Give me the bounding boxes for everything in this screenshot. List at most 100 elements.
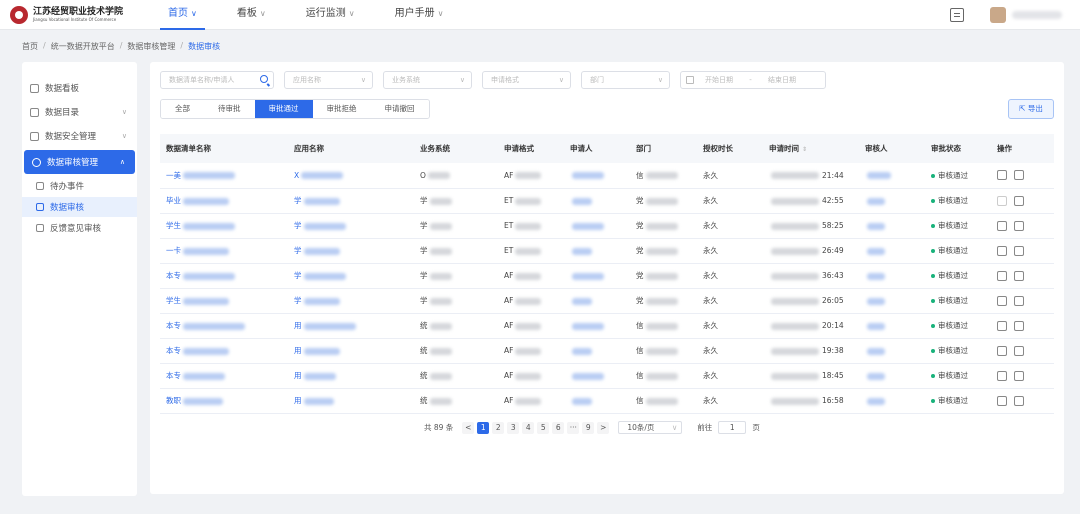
page-ellipsis[interactable]: ··· — [567, 421, 580, 434]
page-2[interactable]: 2 — [492, 421, 505, 434]
clipboard-icon[interactable] — [950, 8, 964, 22]
cell-name[interactable]: 教职 — [160, 388, 288, 414]
tab-withdrawn[interactable]: 申请撤回 — [370, 100, 429, 118]
col-time[interactable]: 申请时间 ⇕ — [763, 134, 859, 163]
dataset-name-link[interactable]: 教职 — [166, 396, 181, 405]
view-icon[interactable] — [997, 245, 1007, 256]
tab-pending[interactable]: 待审批 — [204, 100, 255, 118]
dataset-name-link[interactable]: 学生 — [166, 296, 181, 305]
cell-name[interactable]: 一卡 — [160, 238, 288, 264]
detail-icon[interactable] — [1014, 220, 1024, 231]
chevron-down-icon: ∨ — [437, 9, 444, 18]
dataset-name-link[interactable]: 本专 — [166, 371, 181, 380]
app-name-link[interactable]: 用 — [294, 371, 302, 380]
table-row: 毕业 学 学 ET 党 永久 42:55 审核通过 — [160, 188, 1054, 214]
app-name-link[interactable]: 用 — [294, 396, 302, 405]
next-page-button[interactable]: > — [597, 421, 610, 434]
cell-name[interactable]: 学生 — [160, 288, 288, 314]
nav-home[interactable]: 首页 ∨ — [160, 0, 205, 30]
view-icon[interactable] — [997, 395, 1007, 406]
app-name-link[interactable]: 用 — [294, 346, 302, 355]
cell-reviewer — [859, 163, 925, 189]
page-3[interactable]: 3 — [507, 421, 520, 434]
search-icon[interactable] — [260, 75, 268, 83]
view-icon[interactable] — [997, 195, 1007, 206]
app-name-link[interactable]: 学 — [294, 246, 302, 255]
page-9[interactable]: 9 — [582, 421, 595, 434]
detail-icon[interactable] — [1014, 295, 1024, 306]
view-icon[interactable] — [997, 320, 1007, 331]
view-icon[interactable] — [997, 345, 1007, 356]
breadcrumb-platform[interactable]: 统一数据开放平台 — [51, 41, 115, 52]
avatar[interactable] — [990, 7, 1006, 23]
detail-icon[interactable] — [1014, 170, 1024, 181]
nav-manual[interactable]: 用户手册 ∨ — [387, 0, 452, 30]
system-select[interactable]: 业务系统 ∨ — [383, 71, 472, 89]
tab-all[interactable]: 全部 — [161, 100, 204, 118]
dataset-name-link[interactable]: 本专 — [166, 271, 181, 280]
nav-home-label: 首页 — [168, 8, 188, 19]
cell-name[interactable]: 本专 — [160, 363, 288, 389]
cell-name[interactable]: 本专 — [160, 338, 288, 364]
cell-name[interactable]: 毕业 — [160, 188, 288, 214]
dataset-name-link[interactable]: 本专 — [166, 321, 181, 330]
export-button[interactable]: ⇱ 导出 — [1008, 99, 1054, 119]
sidebar-item-catalog[interactable]: 数据目录 ∨ — [22, 100, 137, 124]
page-4[interactable]: 4 — [522, 421, 535, 434]
sidebar-sub-data-audit[interactable]: 数据审核 — [22, 197, 137, 217]
page-5[interactable]: 5 — [537, 421, 550, 434]
page-1[interactable]: 1 — [477, 421, 490, 434]
cell-name[interactable]: 本专 — [160, 313, 288, 339]
nav-dashboard[interactable]: 看板 ∨ — [229, 0, 274, 30]
detail-icon[interactable] — [1014, 395, 1024, 406]
page-6[interactable]: 6 — [552, 421, 565, 434]
breadcrumb-audit-mgmt[interactable]: 数据审核管理 — [127, 41, 175, 52]
sidebar-item-audit[interactable]: 数据审核管理 ∧ — [24, 150, 135, 174]
app-name-link[interactable]: 学 — [294, 221, 302, 230]
tab-rejected[interactable]: 审批拒绝 — [312, 100, 371, 118]
sidebar-item-dashboard[interactable]: 数据看板 — [22, 76, 137, 100]
goto-page-input[interactable]: 1 — [718, 421, 747, 434]
search-input[interactable]: 数据清单名称/申请人 — [160, 71, 274, 89]
format-select[interactable]: 申请格式 ∨ — [482, 71, 571, 89]
dataset-name-link[interactable]: 学生 — [166, 221, 181, 230]
sort-icon[interactable]: ⇕ — [802, 146, 807, 153]
view-icon[interactable] — [997, 270, 1007, 281]
detail-icon[interactable] — [1014, 270, 1024, 281]
sidebar-sub-feedback[interactable]: 反馈意见审核 — [22, 218, 137, 238]
dept-select[interactable]: 部门 ∨ — [581, 71, 670, 89]
detail-icon[interactable] — [1014, 245, 1024, 256]
app-select[interactable]: 应用名称 ∨ — [284, 71, 373, 89]
page-size-select[interactable]: 10条/页 ∨ — [618, 421, 683, 434]
detail-icon[interactable] — [1014, 370, 1024, 381]
view-icon[interactable] — [997, 295, 1007, 306]
cell-name[interactable]: 本专 — [160, 263, 288, 289]
dataset-name-link[interactable]: 毕业 — [166, 196, 181, 205]
app-name-link[interactable]: 用 — [294, 321, 302, 330]
app-name-link[interactable]: 学 — [294, 196, 302, 205]
view-icon[interactable] — [997, 220, 1007, 231]
date-range-picker[interactable]: 开始日期 - 结束日期 — [680, 71, 826, 89]
breadcrumb-home[interactable]: 首页 — [22, 41, 38, 52]
cell-name[interactable]: 一美 — [160, 163, 288, 189]
sidebar-item-security[interactable]: 数据安全管理 ∨ — [22, 124, 137, 148]
sidebar-sub-todo[interactable]: 待办事件 — [22, 176, 137, 196]
app-name-link[interactable]: X — [294, 171, 299, 180]
dataset-name-link[interactable]: 本专 — [166, 346, 181, 355]
view-icon[interactable] — [997, 170, 1007, 181]
dataset-name-link[interactable]: 一卡 — [166, 246, 181, 255]
prev-page-button[interactable]: < — [462, 421, 475, 434]
nav-monitor[interactable]: 运行监测 ∨ — [298, 0, 363, 30]
logo[interactable]: 江苏经贸职业技术学院 Jiangsu Vocational Institute … — [10, 6, 123, 24]
tab-approved[interactable]: 审批通过 — [254, 100, 313, 118]
dept-value: 党 — [636, 221, 644, 230]
detail-icon[interactable] — [1014, 195, 1024, 206]
app-name-link[interactable]: 学 — [294, 271, 302, 280]
detail-icon[interactable] — [1014, 345, 1024, 356]
detail-icon[interactable] — [1014, 320, 1024, 331]
dataset-name-link[interactable]: 一美 — [166, 171, 181, 180]
app-name-link[interactable]: 学 — [294, 296, 302, 305]
user-name-redacted[interactable] — [1012, 11, 1062, 19]
cell-name[interactable]: 学生 — [160, 213, 288, 239]
view-icon[interactable] — [997, 370, 1007, 381]
